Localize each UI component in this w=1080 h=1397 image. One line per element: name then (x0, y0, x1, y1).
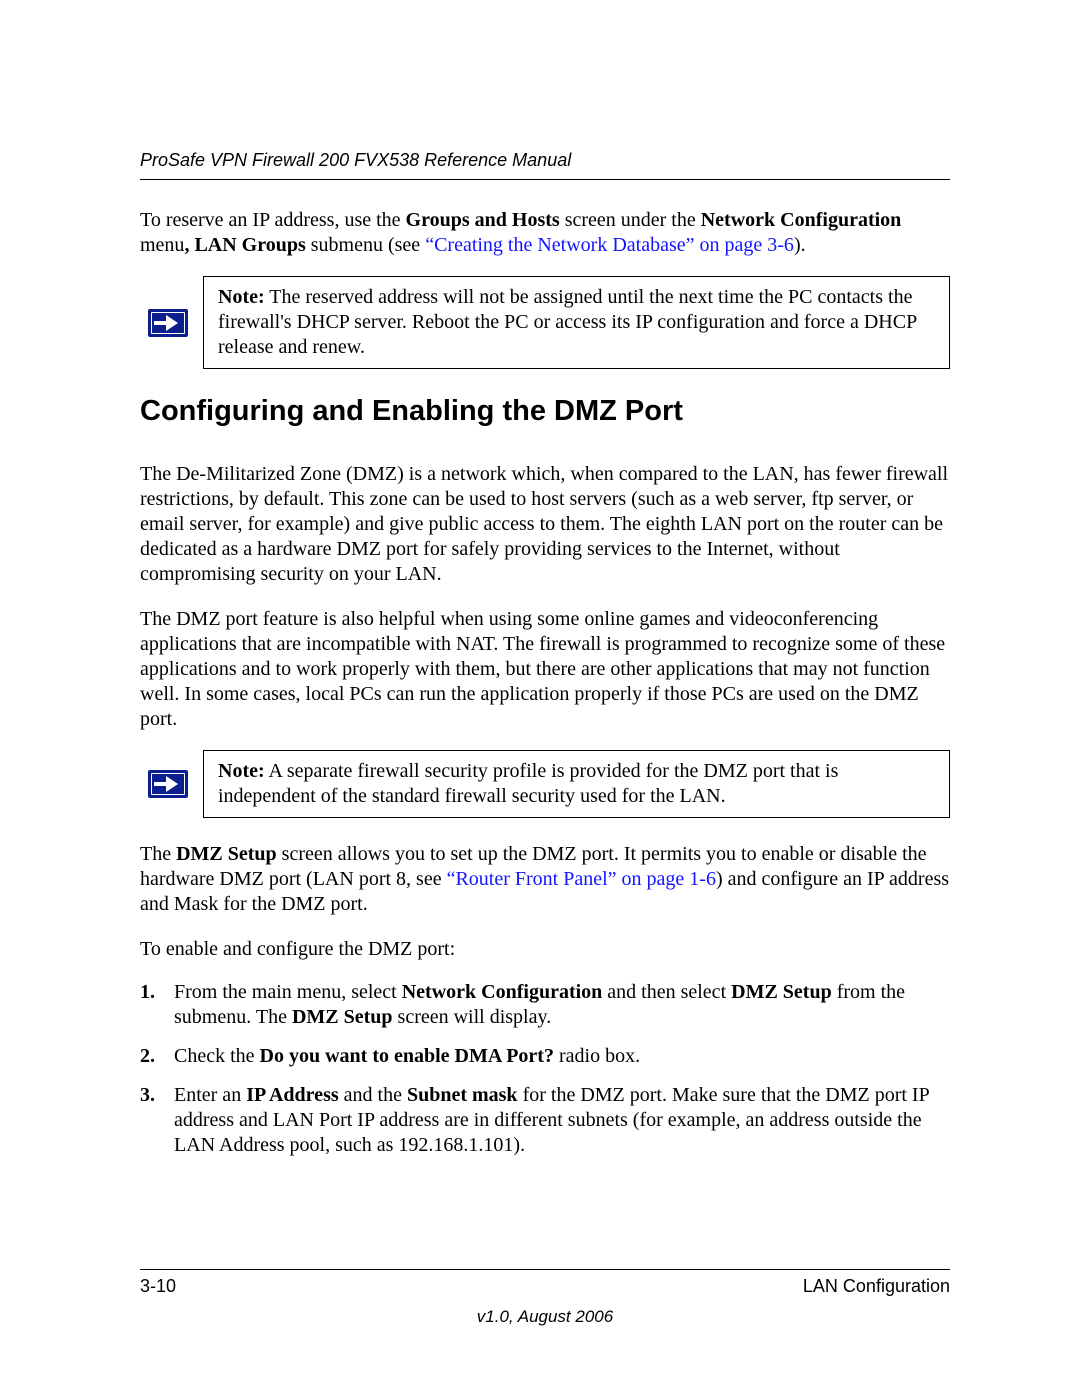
step-3: Enter an IP Address and the Subnet mask … (140, 1083, 950, 1158)
text: menu (140, 234, 184, 256)
text: Enter an (174, 1084, 246, 1106)
text: screen under the (560, 209, 701, 231)
note-box: Note: The reserved address will not be a… (203, 276, 950, 369)
note-text: The reserved address will not be assigne… (218, 286, 916, 358)
note-box: Note: A separate firewall security profi… (203, 750, 950, 818)
text: and then select (602, 981, 731, 1003)
text: To reserve an IP address, use the (140, 209, 406, 231)
text-bold: DMZ Setup (176, 843, 277, 865)
link-router-front-panel[interactable]: “Router Front Panel” on page 1-6 (447, 868, 716, 890)
footer-row: 3-10 LAN Configuration (140, 1269, 950, 1297)
text: and the (339, 1084, 407, 1106)
note-label: Note: (218, 760, 265, 782)
text-bold: IP Address (246, 1084, 338, 1106)
text-bold: Subnet mask (407, 1084, 518, 1106)
text: Check the (174, 1045, 260, 1067)
paragraph-dmz-setup: The DMZ Setup screen allows you to set u… (140, 842, 950, 917)
document-page: ProSafe VPN Firewall 200 FVX538 Referenc… (0, 0, 1080, 1397)
text-bold: Network Configuration (701, 209, 902, 231)
text-bold: , LAN Groups (184, 234, 305, 256)
note-label: Note: (218, 286, 265, 308)
link-creating-network-db[interactable]: “Creating the Network Database” on page … (425, 234, 794, 256)
page-footer: 3-10 LAN Configuration v1.0, August 2006 (140, 1269, 950, 1327)
running-header: ProSafe VPN Firewall 200 FVX538 Referenc… (140, 150, 950, 180)
text-bold: Do you want to enable DMA Port? (260, 1045, 554, 1067)
paragraph-reserve-ip: To reserve an IP address, use the Groups… (140, 208, 950, 258)
steps-list: From the main menu, select Network Confi… (140, 980, 950, 1158)
paragraph-dmz-nat: The DMZ port feature is also helpful whe… (140, 607, 950, 732)
text-bold: Groups and Hosts (406, 209, 560, 231)
text: screen will display. (393, 1006, 552, 1028)
arrow-right-icon (148, 770, 188, 798)
page-number: 3-10 (140, 1276, 176, 1297)
section-title: Configuring and Enabling the DMZ Port (140, 395, 950, 428)
text: The (140, 843, 176, 865)
note-reserved-address: Note: The reserved address will not be a… (140, 276, 950, 369)
text: From the main menu, select (174, 981, 402, 1003)
text-bold: Network Configuration (402, 981, 603, 1003)
step-2: Check the Do you want to enable DMA Port… (140, 1044, 950, 1069)
step-1: From the main menu, select Network Confi… (140, 980, 950, 1030)
text: submenu (see (306, 234, 425, 256)
text: radio box. (554, 1045, 640, 1067)
text-bold: DMZ Setup (292, 1006, 393, 1028)
arrow-right-icon (148, 309, 188, 337)
note-icon-cell (140, 276, 203, 369)
chapter-label: LAN Configuration (803, 1276, 950, 1297)
text-bold: DMZ Setup (731, 981, 832, 1003)
note-dmz-profile: Note: A separate firewall security profi… (140, 750, 950, 818)
note-icon-cell (140, 750, 203, 818)
doc-version: v1.0, August 2006 (140, 1307, 950, 1327)
paragraph-enable-intro: To enable and configure the DMZ port: (140, 937, 950, 962)
note-text: A separate firewall security profile is … (218, 760, 838, 807)
paragraph-dmz-intro: The De-Militarized Zone (DMZ) is a netwo… (140, 462, 950, 587)
text: ). (794, 234, 806, 256)
